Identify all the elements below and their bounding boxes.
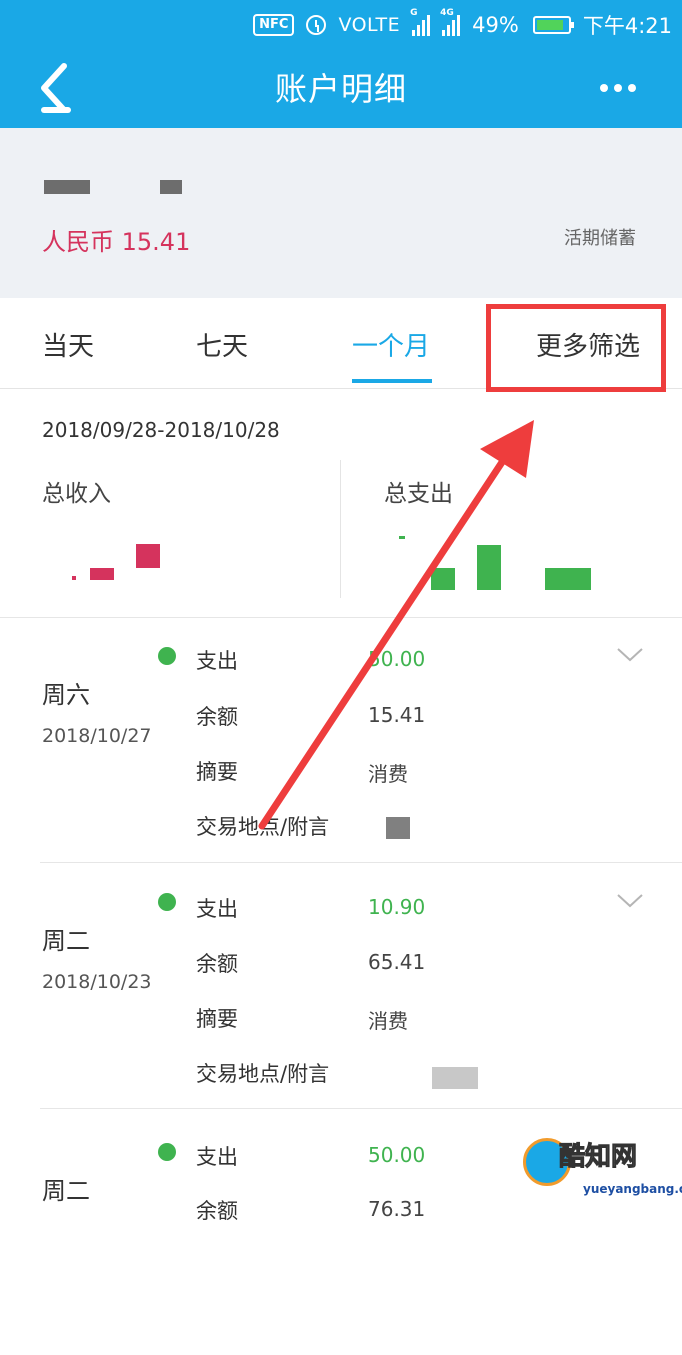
signal-4g-tag: 4G	[440, 8, 454, 18]
site-watermark: 酷知网 yueyangbang.com	[515, 1132, 682, 1210]
location-label: 交易地点/附言	[196, 815, 330, 839]
expense-bar	[431, 568, 455, 590]
expense-bar	[545, 568, 591, 590]
transaction-weekday: 周二	[42, 1177, 90, 1205]
account-card: 人民币 15.41 活期储蓄	[0, 128, 682, 298]
expense-bar	[477, 545, 501, 590]
income-bar	[90, 568, 114, 580]
summary-value: 消费	[368, 762, 408, 786]
battery-icon	[532, 16, 574, 34]
account-type: 活期储蓄	[564, 228, 636, 249]
volte-label: VOLTE	[338, 14, 401, 36]
more-dot-icon	[600, 84, 608, 92]
date-range: 2018/09/28-2018/10/28	[42, 418, 280, 442]
summary-label: 摘要	[196, 1007, 238, 1031]
expense-status-dot	[158, 1143, 176, 1161]
summary-divider	[340, 460, 341, 598]
status-icons: NFC VOLTE G 4G 49% 下午4:21	[253, 8, 672, 42]
type-label: 支出	[196, 1145, 238, 1169]
transaction-weekday: 周六	[42, 681, 90, 709]
transaction-weekday: 周二	[42, 927, 90, 955]
balance-value: 76.31	[368, 1197, 426, 1221]
income-mini-chart	[72, 544, 160, 580]
summary-label: 摘要	[196, 760, 238, 784]
expense-bar	[399, 536, 405, 539]
transaction-amount: 10.90	[368, 895, 426, 919]
active-tab-indicator	[352, 379, 432, 383]
tab-seven-days[interactable]: 七天	[196, 326, 248, 363]
title-bar: 账户明细	[0, 50, 682, 128]
more-options-button[interactable]	[600, 84, 636, 92]
watermark-title: 酷知网	[558, 1142, 638, 1173]
nfc-icon: NFC	[253, 14, 295, 36]
more-dot-icon	[614, 84, 622, 92]
signal-icon: G	[410, 8, 431, 36]
balance-label: 余额	[196, 705, 238, 729]
expense-status-dot	[158, 893, 176, 911]
transaction-date: 2018/10/27	[42, 725, 152, 747]
page-title: 账户明细	[274, 70, 407, 108]
account-balance: 人民币 15.41	[42, 228, 191, 256]
expense-mini-chart	[399, 536, 591, 590]
income-bar	[72, 576, 76, 580]
expense-status-dot	[158, 647, 176, 665]
balance-value: 15.41	[368, 703, 426, 727]
battery-percent: 49%	[472, 13, 519, 37]
summary-value: 消费	[368, 1009, 408, 1033]
masked-location	[386, 817, 410, 839]
status-bar: NFC VOLTE G 4G 49% 下午4:21	[0, 0, 682, 50]
signal-tag: G	[410, 8, 418, 18]
total-expense-label: 总支出	[384, 481, 453, 507]
transaction-item[interactable]: 周二 2018/10/23 支出 10.90 余额 65.41 摘要 消费 交易…	[0, 863, 682, 1109]
income-bar	[136, 544, 160, 568]
tab-today[interactable]: 当天	[42, 326, 94, 363]
tab-one-month[interactable]: 一个月	[352, 326, 430, 363]
type-label: 支出	[196, 649, 238, 673]
masked-location	[432, 1067, 478, 1089]
more-dot-icon	[628, 84, 636, 92]
balance-label: 余额	[196, 952, 238, 976]
masked-account-number	[44, 180, 182, 194]
location-label: 交易地点/附言	[196, 1062, 330, 1086]
balance-label: 余额	[196, 1199, 238, 1223]
transaction-amount: 50.00	[368, 1143, 426, 1167]
transaction-date: 2018/10/23	[42, 971, 152, 993]
total-income-label: 总收入	[42, 481, 111, 507]
watermark-subtitle: yueyangbang.com	[583, 1182, 682, 1196]
transaction-amount: 50.00	[368, 647, 426, 671]
transaction-item[interactable]: 周六 2018/10/27 支出 50.00 余额 15.41 摘要 消费 交易…	[0, 617, 682, 863]
annotation-highlight-box	[486, 304, 666, 392]
chevron-down-icon[interactable]	[616, 647, 644, 663]
balance-value: 65.41	[368, 950, 426, 974]
chevron-down-icon[interactable]	[616, 893, 644, 909]
type-label: 支出	[196, 897, 238, 921]
signal-4g-icon: 4G	[440, 8, 461, 36]
alarm-icon	[306, 15, 327, 35]
clock-time: 下午4:21	[582, 14, 672, 38]
